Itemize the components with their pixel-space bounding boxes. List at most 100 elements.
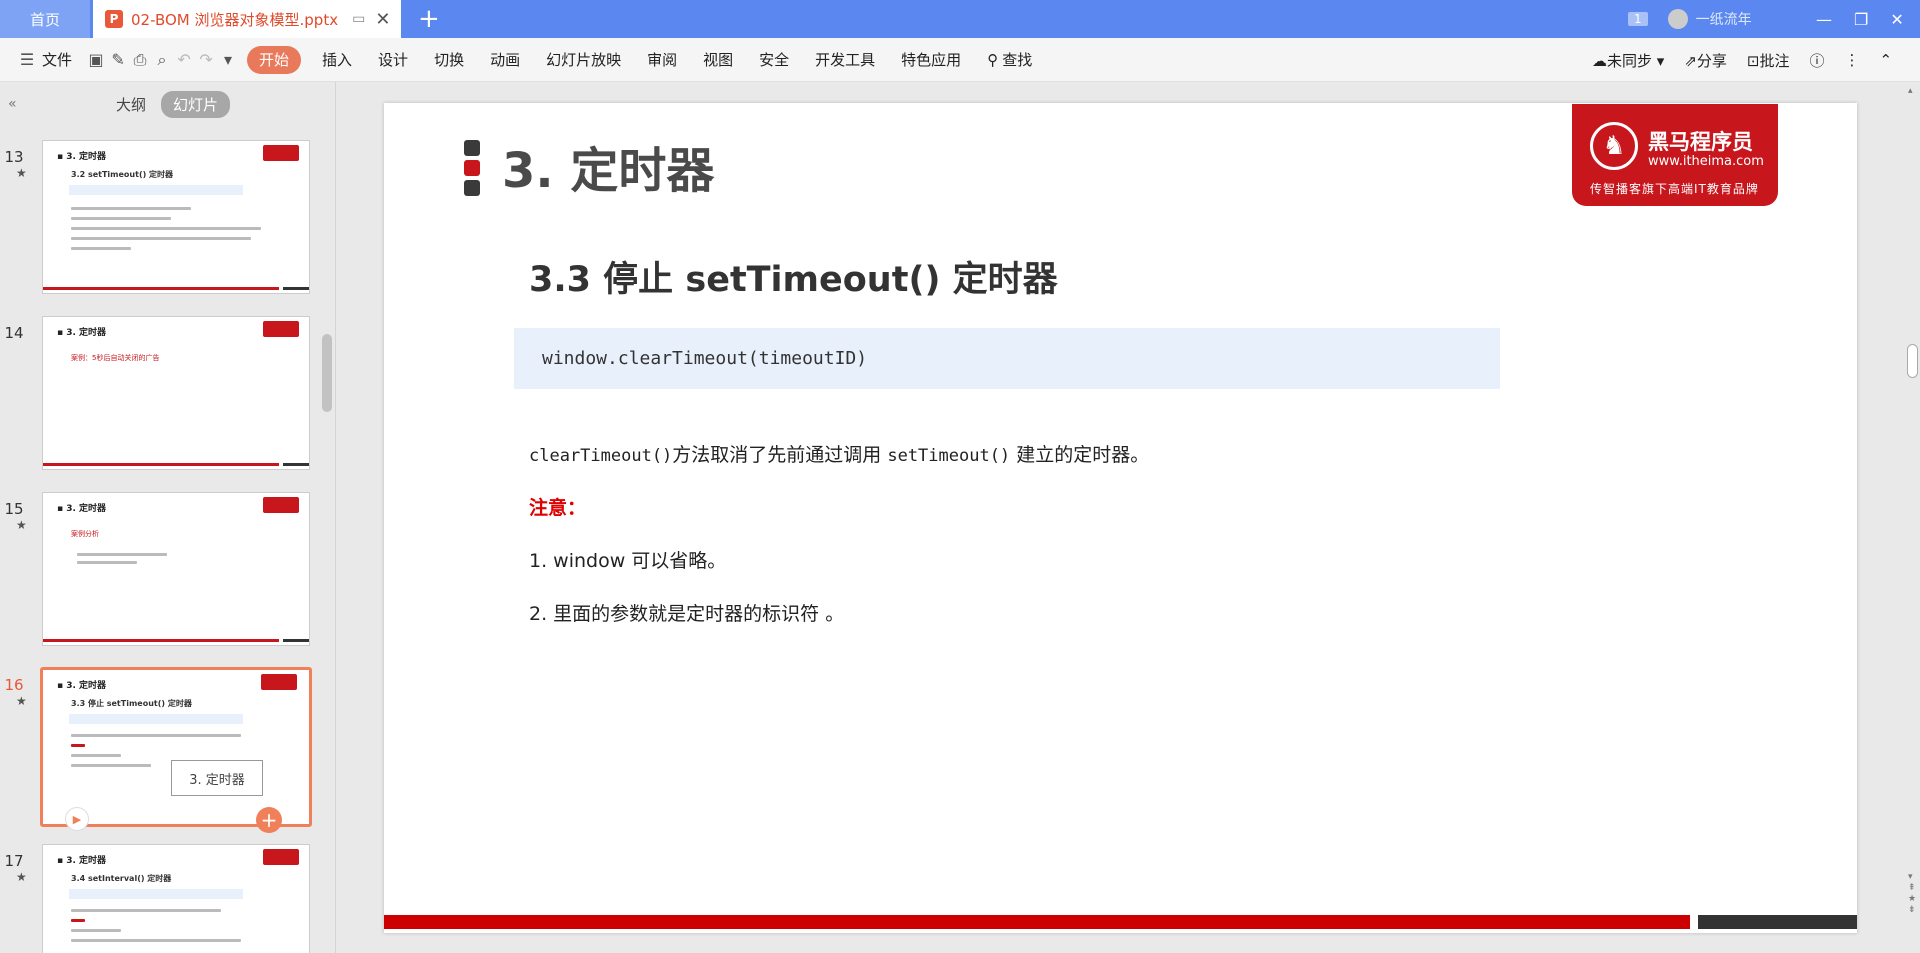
slide-thumbnail[interactable]: ▪ 3. 定时器 3.4 setInterval() 定时器 <box>42 844 310 953</box>
file-menu[interactable]: 文件 <box>38 45 85 75</box>
thumb-number: 15 ★ <box>4 500 27 532</box>
code-text: window.clearTimeout(timeoutID) <box>542 348 868 369</box>
description: clearTimeout()方法取消了先前通过调用 setTimeout() 建… <box>529 440 1149 467</box>
thumb-logo <box>263 145 299 161</box>
scroll-up-icon[interactable]: ▴ <box>1908 86 1913 96</box>
share-icon: ⇗ <box>1684 51 1697 70</box>
play-icon[interactable]: ▶ <box>65 807 89 831</box>
menu-icon[interactable]: ☰ <box>16 45 38 75</box>
save-icon[interactable]: ▣ <box>85 45 107 75</box>
thumb-title: 3. 定时器 <box>66 856 107 866</box>
help-icon[interactable]: ⓘ <box>1810 50 1825 71</box>
collapse-panel-icon[interactable]: « <box>8 96 17 112</box>
thumb-logo <box>263 321 299 337</box>
share-button[interactable]: ⇗分享 <box>1684 50 1727 71</box>
scroll-arrows-icon[interactable]: ▾ ⇞ ★ ⇟ <box>1908 872 1916 916</box>
more-icon[interactable]: ⋮ <box>1845 51 1860 69</box>
footer-dark-bar <box>1698 915 1857 929</box>
search-label: 查找 <box>1002 51 1033 69</box>
logo-name: 黑马程序员 <box>1648 130 1753 154</box>
brand-logo: ♞ 黑马程序员 www.itheima.com 传智播客旗下高端IT教育品牌 <box>1572 104 1778 206</box>
avatar[interactable] <box>1667 9 1688 29</box>
tab-home-ribbon[interactable]: 开始 <box>247 45 302 74</box>
point-2: 2. 里面的参数就是定时器的标识符 。 <box>529 603 845 625</box>
thumb-number: 13 ★ <box>4 148 27 180</box>
thumb-logo <box>263 849 299 865</box>
thumb-title: 3. 定时器 <box>66 328 107 338</box>
thumb-subtitle: 案例：5秒后自动关闭的广告 <box>71 354 160 362</box>
scrollbar-thumb[interactable] <box>1907 344 1918 378</box>
panel-tabs: « 大纲 幻灯片 <box>0 82 336 126</box>
main-scrollbar[interactable]: ▾ ⇞ ★ ⇟ ▴ <box>1905 82 1920 953</box>
thumb-logo <box>263 497 299 513</box>
logo-tagline: 传智播客旗下高端IT教育品牌 <box>1590 182 1759 196</box>
footer-red-bar <box>384 915 1690 929</box>
slide-canvas: 3. 定时器 ♞ 黑马程序员 www.itheima.com 传智播客旗下高端I… <box>384 103 1857 933</box>
title-bullet-icon <box>464 140 480 200</box>
sync-label: 未同步 <box>1607 51 1653 70</box>
tooltip: 3. 定时器 <box>171 760 263 796</box>
thumb-title: 3. 定时器 <box>66 152 107 162</box>
redo-icon[interactable]: ↷ <box>195 45 217 75</box>
tab-design[interactable]: 设计 <box>365 45 421 75</box>
sync-button[interactable]: ☁未同步 ▾ <box>1592 50 1664 71</box>
panel-scrollbar[interactable] <box>322 334 332 412</box>
tab-slides[interactable]: 幻灯片 <box>161 90 231 118</box>
tab-slideshow[interactable]: 幻灯片放映 <box>533 45 634 75</box>
close-window-icon[interactable]: ✕ <box>1890 10 1903 29</box>
note-label: 注意： <box>529 497 587 519</box>
search-button[interactable]: ⚲ 查找 <box>974 45 1045 75</box>
thumb-subtitle: 3.3 停止 setTimeout() 定时器 <box>71 699 192 708</box>
thumb-subtitle: 3.4 setInterval() 定时器 <box>71 874 172 883</box>
undo-icon[interactable]: ↶ <box>173 45 195 75</box>
search-icon: ⚲ <box>987 50 999 69</box>
tab-developer[interactable]: 开发工具 <box>802 45 888 75</box>
new-tab-icon[interactable]: + <box>418 4 440 34</box>
minimize-icon[interactable]: — <box>1816 10 1832 29</box>
slide-thumbnail-selected[interactable]: ▪ 3. 定时器 3.3 停止 setTimeout() 定时器 3. 定时器 … <box>40 667 312 833</box>
tab-review[interactable]: 审阅 <box>634 45 690 75</box>
logo-url: www.itheima.com <box>1648 154 1764 169</box>
tab-home[interactable]: 首页 <box>0 0 90 38</box>
slide-thumbnail[interactable]: ▪ 3. 定时器 案例：5秒后自动关闭的广告 <box>42 316 310 470</box>
print-preview-icon[interactable]: ⌕ <box>151 45 173 75</box>
format-painter-icon[interactable]: ✎ <box>107 45 129 75</box>
slide-heading: 3.3 停止 setTimeout() 定时器 <box>529 260 1058 300</box>
cloud-icon: ☁ <box>1592 51 1607 70</box>
user-name[interactable]: 一纸流年 <box>1696 9 1752 29</box>
screen-icon[interactable]: ▭ <box>352 11 365 27</box>
slide-thumbnail[interactable]: ▪ 3. 定时器 3.2 setTimeout() 定时器 <box>42 140 310 294</box>
point-1: 1. window 可以省略。 <box>529 550 727 572</box>
tab-document[interactable]: P 02-BOM 浏览器对象模型.pptx ▭ ✕ <box>93 0 401 38</box>
thumb-subtitle: 案例分析 <box>71 530 99 538</box>
ppt-file-icon: P <box>105 10 123 28</box>
page-count-badge: 1 <box>1628 12 1648 26</box>
thumb-logo <box>261 674 297 690</box>
document-title: 02-BOM 浏览器对象模型.pptx <box>131 10 339 29</box>
print-icon[interactable]: ⎙ <box>129 45 151 75</box>
thumb-title: 3. 定时器 <box>66 681 107 691</box>
comment-label: 批注 <box>1759 51 1790 70</box>
horse-logo-icon: ♞ <box>1590 122 1638 170</box>
close-tab-icon[interactable]: ✕ <box>375 9 390 30</box>
tab-features[interactable]: 特色应用 <box>888 45 974 75</box>
slide-thumbnail[interactable]: ▪ 3. 定时器 案例分析 <box>42 492 310 646</box>
customize-dropdown-icon[interactable]: ▾ <box>217 45 239 75</box>
restore-icon[interactable]: ❐ <box>1854 10 1868 29</box>
tab-security[interactable]: 安全 <box>746 45 802 75</box>
desc-text-2: 建立的定时器。 <box>1010 444 1150 466</box>
thumb-number: 17 ★ <box>4 852 27 884</box>
slides-panel: « 大纲 幻灯片 13 ★ ▪ 3. 定时器 3.2 setTimeout() 定… <box>0 82 336 953</box>
collapse-ribbon-icon[interactable]: ⌃ <box>1880 51 1893 69</box>
desc-code-2: setTimeout() <box>887 446 1011 466</box>
tab-transition[interactable]: 切换 <box>421 45 477 75</box>
tab-outline[interactable]: 大纲 <box>104 91 158 118</box>
tab-insert[interactable]: 插入 <box>309 45 365 75</box>
tab-view[interactable]: 视图 <box>690 45 746 75</box>
thumb-title: 3. 定时器 <box>66 504 107 514</box>
comment-button[interactable]: ⊡批注 <box>1747 50 1790 71</box>
desc-code-1: clearTimeout() <box>529 446 673 466</box>
tab-animation[interactable]: 动画 <box>477 45 533 75</box>
add-slide-icon[interactable]: + <box>256 807 282 833</box>
thumb-number: 16 ★ <box>4 676 27 708</box>
